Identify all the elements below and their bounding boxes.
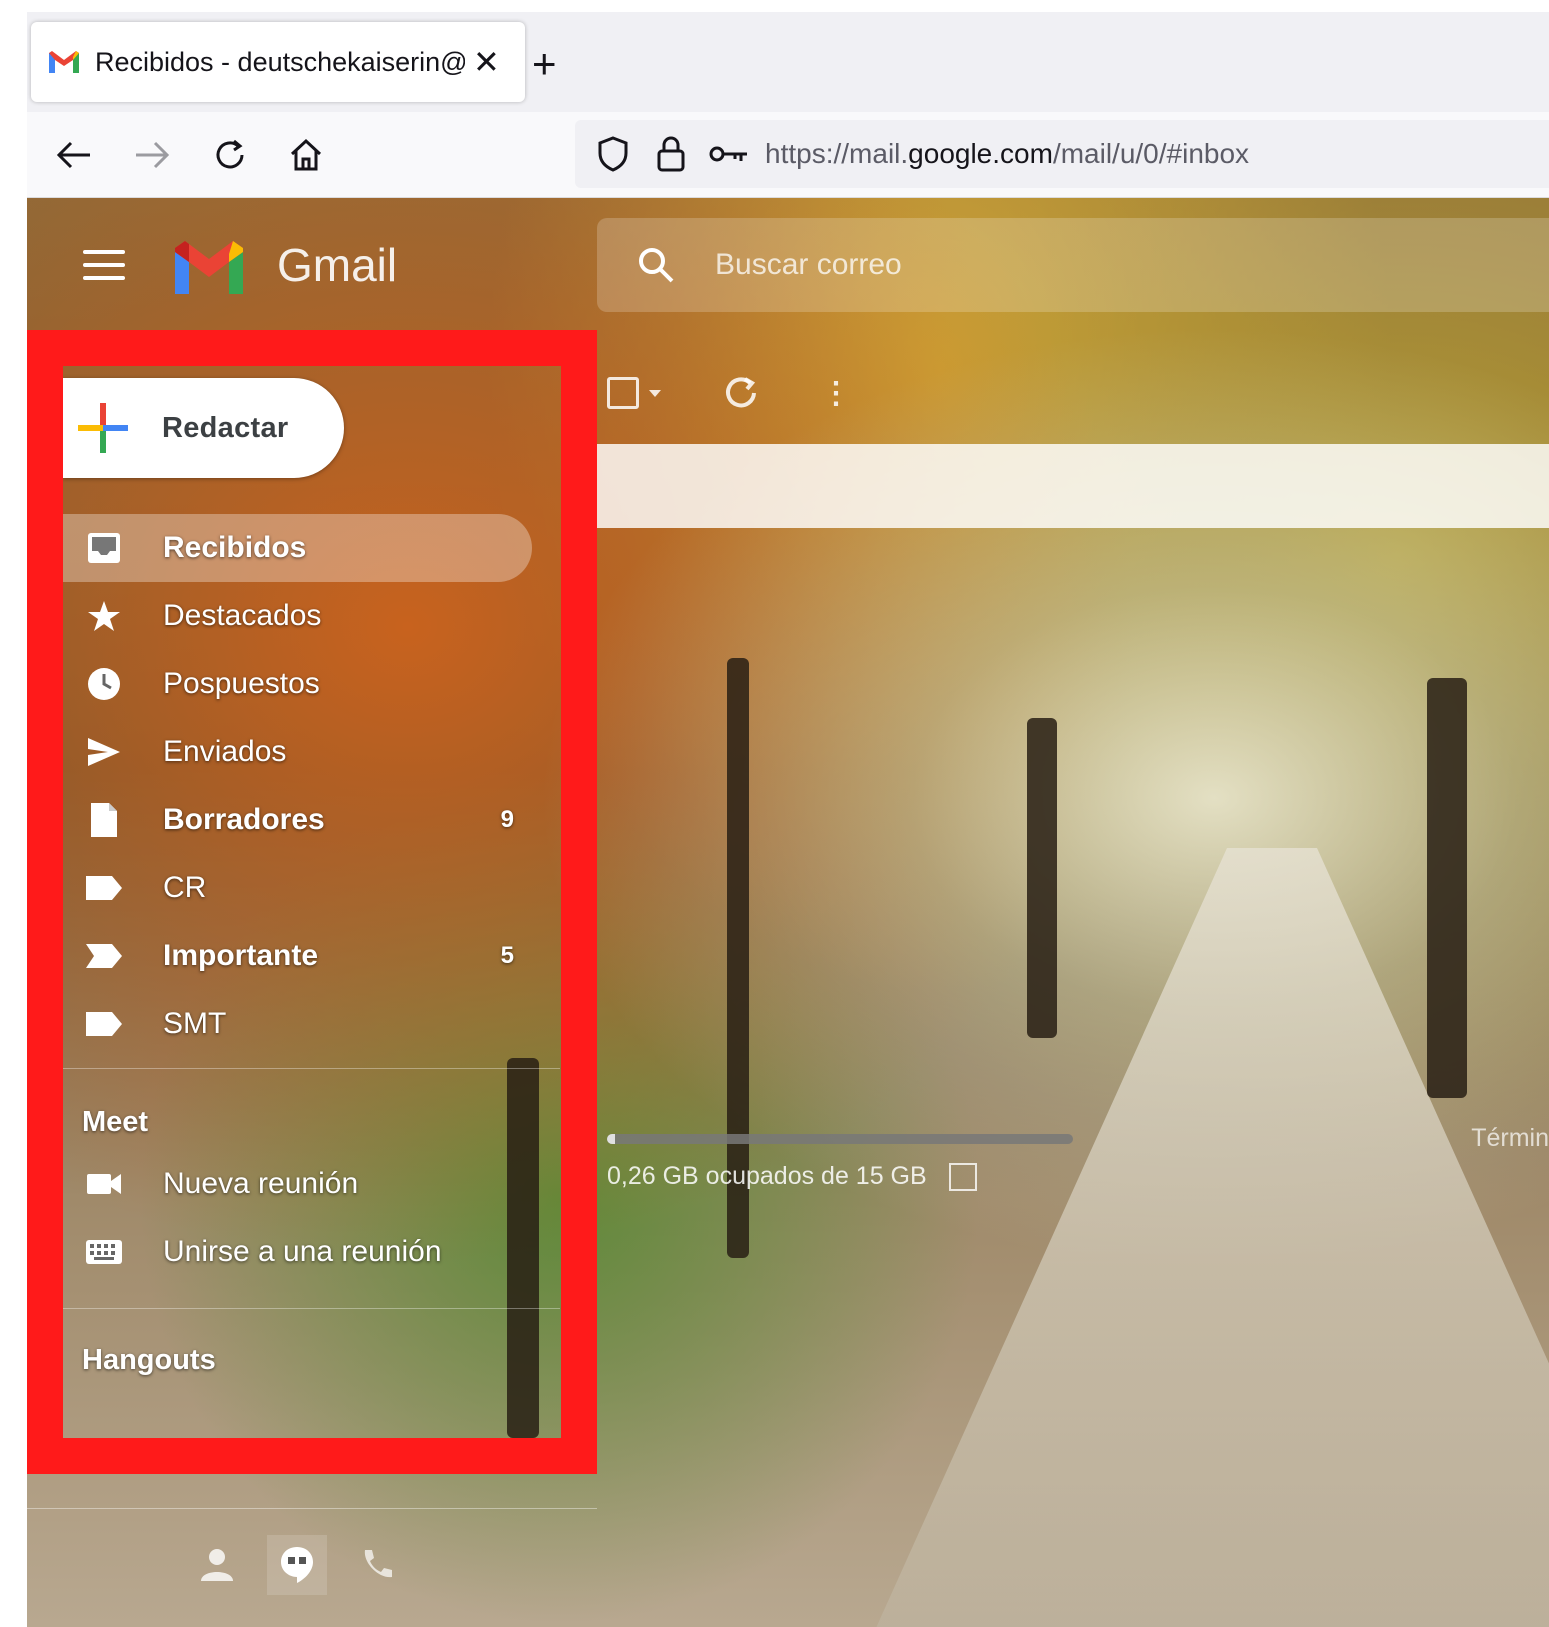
storage-text-row: 0,26 GB ocupados de 15 GB bbox=[607, 1162, 1073, 1191]
sidebar-item-label: Destacados bbox=[163, 599, 322, 632]
sidebar-item-enviados[interactable]: Enviados bbox=[62, 718, 532, 786]
search-bar[interactable]: Buscar correo bbox=[597, 218, 1549, 312]
terms-link[interactable]: Términ bbox=[1471, 1124, 1549, 1153]
reload-icon bbox=[216, 139, 244, 169]
arrow-left-icon bbox=[56, 141, 90, 169]
search-input[interactable]: Buscar correo bbox=[715, 248, 902, 282]
url-domain: google.com bbox=[908, 138, 1053, 169]
storage-text: 0,26 GB ocupados de 15 GB bbox=[607, 1162, 927, 1190]
contacts-tab[interactable] bbox=[187, 1535, 247, 1595]
shield-icon[interactable] bbox=[591, 132, 635, 176]
plus-icon bbox=[78, 403, 128, 453]
meet-item-label: Nueva reunión bbox=[163, 1167, 359, 1200]
clock-icon bbox=[82, 662, 126, 706]
sidebar-item-label: CR bbox=[163, 871, 207, 904]
gmail-page: Gmail Buscar correo ⋮ I 0,26 GB ocupados… bbox=[27, 198, 1549, 1627]
gmail-favicon-icon bbox=[49, 51, 79, 73]
lock-icon[interactable] bbox=[649, 132, 693, 176]
phone-tab[interactable] bbox=[347, 1535, 407, 1595]
reload-button[interactable] bbox=[205, 130, 255, 180]
refresh-icon[interactable] bbox=[721, 373, 761, 413]
tab-strip: Recibidos - deutschekaiserin@g ✕ + bbox=[27, 12, 1549, 112]
url-prefix: https://mail. bbox=[765, 138, 909, 169]
select-dropdown-icon[interactable] bbox=[649, 389, 661, 397]
person-icon bbox=[201, 1549, 233, 1581]
sidebar-item-recibidos[interactable]: Recibidos bbox=[62, 514, 532, 582]
home-icon bbox=[290, 138, 322, 171]
storage-bar-fill bbox=[607, 1134, 615, 1144]
tab-title: Recibidos - deutschekaiserin@g bbox=[95, 46, 465, 77]
search-icon[interactable] bbox=[637, 246, 675, 284]
url-bar[interactable]: https://mail.google.com/mail/u/0/#inbox bbox=[575, 120, 1549, 188]
sidebar-item-label: Pospuestos bbox=[163, 667, 320, 700]
key-icon[interactable] bbox=[707, 132, 751, 176]
storage-info: 0,26 GB ocupados de 15 GB bbox=[607, 1134, 1073, 1191]
info-banner: I bbox=[597, 444, 1549, 528]
theme-tree-trunk bbox=[1427, 678, 1467, 1098]
meet-section-title: Meet bbox=[82, 1106, 149, 1138]
label-icon bbox=[82, 866, 126, 910]
inbox-icon bbox=[82, 526, 126, 570]
compose-button[interactable]: Redactar bbox=[62, 378, 344, 478]
sidebar-item-label: Enviados bbox=[163, 735, 287, 768]
divider bbox=[62, 1308, 560, 1309]
sidebar-item-smt[interactable]: SMT bbox=[62, 990, 532, 1058]
new-tab-button[interactable]: + bbox=[532, 40, 557, 88]
video-icon bbox=[82, 1162, 126, 1206]
back-button[interactable] bbox=[49, 130, 99, 180]
sidebar-item-destacados[interactable]: Destacados bbox=[62, 582, 532, 650]
sidebar-item-label: SMT bbox=[163, 1007, 227, 1040]
sidebar: Redactar Recibidos Destacados Pospuestos bbox=[62, 366, 560, 1438]
divider bbox=[62, 1068, 560, 1069]
star-icon bbox=[82, 594, 126, 638]
label-icon bbox=[82, 1002, 126, 1046]
unread-count: 9 bbox=[500, 806, 514, 833]
browser-window: Recibidos - deutschekaiserin@g ✕ + https… bbox=[27, 12, 1549, 1627]
main-menu-icon[interactable] bbox=[83, 250, 125, 284]
send-icon bbox=[82, 730, 126, 774]
sidebar-item-label: Importante bbox=[163, 939, 319, 972]
hangouts-section-title: Hangouts bbox=[82, 1344, 216, 1376]
meet-join-meeting[interactable]: Unirse a una reunión bbox=[62, 1218, 532, 1286]
more-options-icon[interactable]: ⋮ bbox=[821, 376, 851, 411]
sidebar-item-pospuestos[interactable]: Pospuestos bbox=[62, 650, 532, 718]
gmail-wordmark: Gmail bbox=[277, 239, 398, 291]
url-suffix: /mail/u/0/#inbox bbox=[1052, 138, 1250, 169]
meet-item-label: Unirse a una reunión bbox=[163, 1235, 442, 1268]
url-text[interactable]: https://mail.google.com/mail/u/0/#inbox bbox=[765, 138, 1249, 170]
storage-bar bbox=[607, 1134, 1073, 1144]
draft-icon bbox=[82, 798, 126, 842]
meet-items: Nueva reunión Unirse a una reunión bbox=[62, 1150, 532, 1286]
sidebar-item-borradores[interactable]: Borradores 9 bbox=[62, 786, 532, 854]
external-link-icon[interactable] bbox=[948, 1162, 977, 1191]
select-all-checkbox[interactable] bbox=[607, 377, 639, 409]
gmail-logo-icon[interactable] bbox=[171, 238, 247, 296]
mail-toolbar: ⋮ bbox=[607, 358, 851, 428]
sidebar-item-label: Borradores bbox=[163, 803, 325, 836]
sidebar-item-importante[interactable]: Importante 5 bbox=[62, 922, 532, 990]
browser-tab-gmail[interactable]: Recibidos - deutschekaiserin@g ✕ bbox=[31, 22, 525, 102]
meet-new-meeting[interactable]: Nueva reunión bbox=[62, 1150, 532, 1218]
navigation-bar: https://mail.google.com/mail/u/0/#inbox bbox=[27, 112, 1549, 198]
unread-count: 5 bbox=[500, 942, 514, 969]
hangouts-bottom-bar bbox=[27, 1508, 597, 1627]
keyboard-icon bbox=[82, 1230, 126, 1274]
theme-tree-trunk bbox=[1027, 718, 1057, 1038]
mail-folders: Recibidos Destacados Pospuestos Enviados bbox=[62, 514, 532, 1058]
compose-label: Redactar bbox=[162, 411, 289, 444]
sidebar-item-cr[interactable]: CR bbox=[62, 854, 532, 922]
gmail-header: Gmail Buscar correo bbox=[27, 198, 1549, 332]
important-icon bbox=[82, 934, 126, 978]
hangouts-icon bbox=[281, 1547, 313, 1583]
hangouts-tab[interactable] bbox=[267, 1535, 327, 1595]
sidebar-item-label: Recibidos bbox=[163, 531, 307, 564]
home-button[interactable] bbox=[281, 130, 331, 180]
tab-close-icon[interactable]: ✕ bbox=[473, 43, 500, 81]
forward-button[interactable] bbox=[127, 130, 177, 180]
phone-icon bbox=[364, 1550, 392, 1578]
arrow-right-icon bbox=[136, 141, 170, 169]
